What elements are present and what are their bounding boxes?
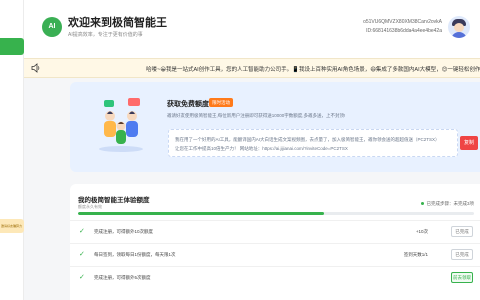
promo-title: 获取免费额度 — [167, 101, 209, 108]
page-title: 欢迎来到极简智能王 — [68, 17, 167, 29]
user-openid: o51VU6QMVZX80XM38Carv2ovkA — [363, 19, 442, 25]
app-logo: AI — [42, 17, 62, 37]
copy-button[interactable]: 复制 — [460, 136, 478, 150]
invite-text-box[interactable]: 我在用了一个好用的AI工具，能翻译国内AI大白话生成文案视频图，去点量了，加入极… — [168, 129, 458, 157]
task-label: 每日签到，领取每日1份额度，每天限1次 — [94, 252, 176, 257]
team-illustration-icon — [99, 98, 143, 152]
promo-card: 获取免费额度 限时活动 邀请好友使用极简智能王,每位新用户注册即可获得送1000… — [70, 82, 480, 172]
sidebar: 邀请好友赚算力 — [0, 0, 24, 300]
task-status-button[interactable]: 已完成 — [451, 226, 473, 237]
task-row: ✓ 每日签到，领取每日1份额度，每天限1次 签到天数1/1 已完成 — [70, 243, 480, 265]
experience-subtitle: 额度永久有效 — [78, 204, 102, 209]
speaker-icon — [31, 63, 40, 73]
sidebar-invite-note[interactable]: 邀请好友赚算力 — [0, 219, 24, 233]
check-icon: ✓ — [79, 251, 85, 258]
experience-card: 我的极简智能王体验额度 额度永久有效 已完成步骤：未完成3项 ✓ 完成注册，可得… — [70, 184, 480, 300]
task-row: ✓ 完成注册，可得额外5次额度 前去领取 — [70, 266, 480, 288]
promo-description: 邀请好友使用极简智能王,每位新用户注册即可获得送10000字数额度,多邀多送，上… — [167, 113, 346, 118]
invite-text: 我在用了一个好用的AI工具，能翻译国内AI大白话生成文案视频图，去点量了，加入极… — [175, 135, 440, 153]
header: AI 欢迎来到极简智能王 AI提高效率，专注于更有价值的事 o51VU6QMVZ… — [24, 0, 480, 58]
announcement-bar: 哈喽~😀我是一站式AI创作工具，您的人工智能助力公司手。📱我设上百种实用AI角色… — [24, 58, 480, 78]
invite-line-2: 让您在工作中提高10倍生产力！ 网站地址：https://ai.jijianai… — [175, 146, 348, 151]
promo-badge: 限时活动 — [209, 98, 233, 107]
experience-status-text: 已完成步骤：未完成3项 — [426, 201, 474, 206]
task-label: 完成注册，可得额外10次额度 — [94, 229, 154, 234]
avatar[interactable] — [448, 16, 470, 38]
sidebar-active-item[interactable] — [0, 38, 24, 55]
invite-line-1: 我在用了一个好用的AI工具，能翻译国内AI大白话生成文案视频图，去点量了，加入极… — [175, 137, 440, 142]
experience-title: 我的极简智能王体验额度 — [78, 197, 150, 204]
claim-button[interactable]: 前去领取 — [451, 272, 473, 283]
task-status-button[interactable]: 已完成 — [451, 249, 473, 260]
task-reward: +10次 — [415, 229, 428, 234]
experience-progress-bar — [78, 212, 474, 215]
user-id: ID:668141638b6dda4a4ee4be42a — [366, 28, 442, 34]
experience-status: 已完成步骤：未完成3项 — [421, 201, 474, 207]
user-ids: o51VU6QMVZX80XM38Carv2ovkA ID:668141638b… — [363, 18, 442, 36]
announcement-text: 哈喽~😀我是一站式AI创作工具，您的人工智能助力公司手。📱我设上百种实用AI角色… — [146, 67, 480, 73]
page-subtitle: AI提高效率，专注于更有价值的事 — [68, 32, 143, 38]
experience-progress-fill — [78, 212, 324, 215]
check-icon: ✓ — [79, 274, 85, 281]
task-row: ✓ 完成注册，可得额外10次额度 +10次 已完成 — [70, 220, 480, 242]
task-reward: 签到天数1/1 — [403, 252, 428, 257]
task-label: 完成注册，可得额外5次额度 — [94, 275, 151, 280]
check-icon: ✓ — [79, 228, 85, 235]
